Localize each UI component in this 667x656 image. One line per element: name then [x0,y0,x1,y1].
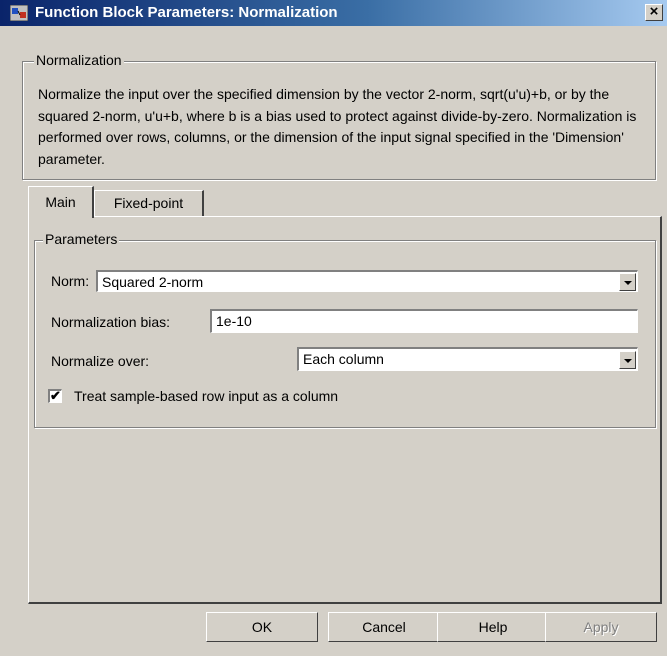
norm-label: Norm: [51,273,90,289]
chevron-down-icon[interactable] [619,351,636,369]
cancel-button[interactable]: Cancel [328,612,440,642]
norm-value: Squared 2-norm [102,274,204,290]
tab-fixed-point-label: Fixed-point [113,195,184,211]
normalize-over-value: Each column [303,351,384,367]
block-app-icon [10,5,28,21]
normalization-bias-value: 1e-10 [216,313,252,329]
tab-fixed-point[interactable]: Fixed-point [94,190,204,216]
norm-dropdown[interactable]: Squared 2-norm [96,270,638,292]
checkmark-icon: ✔ [50,388,61,403]
treat-row-as-column-label[interactable]: Treat sample-based row input as a column [74,388,338,404]
description-group-label: Normalization [34,52,124,68]
block-description: Normalize the input over the specified d… [38,86,637,167]
normalize-over-label: Normalize over: [51,353,150,369]
dialog-window: Function Block Parameters: Normalization… [0,0,667,656]
ok-button[interactable]: OK [206,612,318,642]
close-button[interactable]: × [645,3,663,21]
tab-main-label: Main [45,194,76,210]
help-button[interactable]: Help [437,612,549,642]
close-icon: × [649,3,659,20]
parameters-group-label: Parameters [43,231,120,247]
window-title: Function Block Parameters: Normalization [35,4,338,21]
tab-main[interactable]: Main [28,186,94,218]
normalization-bias-input[interactable]: 1e-10 [210,309,638,333]
treat-row-as-column-checkbox[interactable]: ✔ [48,388,62,403]
normalize-over-dropdown[interactable]: Each column [297,347,638,371]
title-bar[interactable]: Function Block Parameters: Normalization… [0,0,667,26]
normalization-bias-label: Normalization bias: [51,314,171,330]
apply-button[interactable]: Apply [545,612,657,642]
chevron-down-icon[interactable] [619,273,636,291]
